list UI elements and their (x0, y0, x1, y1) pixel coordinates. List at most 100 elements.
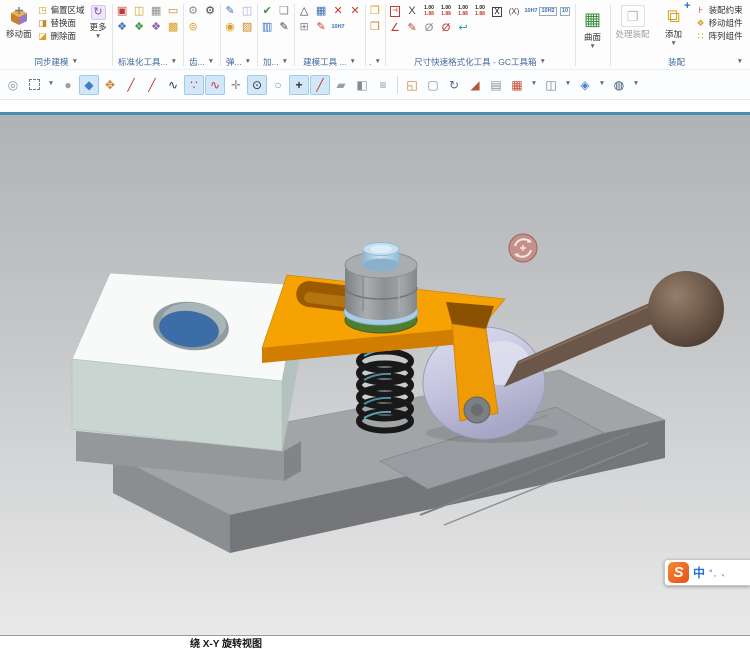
export-view-icon[interactable]: ▤ (486, 75, 506, 95)
pattern-component-button[interactable]: ∷ 阵列组件 (695, 30, 743, 42)
mail-tool-icon[interactable]: ▭ (166, 4, 181, 19)
gear-edit-tool-icon[interactable]: ⚙ (203, 4, 218, 19)
ball-knob[interactable] (648, 271, 724, 347)
ime-symbol-icon[interactable]: 、 (721, 566, 731, 579)
triangle-tool-icon[interactable]: △ (297, 4, 312, 19)
snap-endpoint-icon[interactable]: ╱ (121, 75, 141, 95)
section-dropdown-caret[interactable]: ▼ (562, 75, 574, 95)
snap-quadrant-icon[interactable]: ✛ (226, 75, 246, 95)
puzzle-tool-icon[interactable]: ❑ (277, 4, 292, 19)
snap-point-on-curve-icon[interactable]: ∵ (184, 75, 204, 95)
dim-x-icon[interactable]: X (405, 4, 420, 19)
snap-layers-icon[interactable]: ≡ (373, 75, 393, 95)
snap-arc-center-icon[interactable]: ⊙ (247, 75, 267, 95)
move-face-button[interactable]: 移动面 (3, 4, 35, 41)
snap-midpoint-icon[interactable]: ╱ (142, 75, 162, 95)
section-icon[interactable]: ◫ (541, 75, 561, 95)
dim-diameter-slash-icon[interactable]: Ø (439, 21, 454, 36)
snap-circle-icon[interactable]: ○ (268, 75, 288, 95)
plant-green-tool-icon[interactable]: ❖ (132, 20, 147, 35)
weld-pen-tool-icon[interactable]: ✎ (314, 20, 329, 35)
dim-boxed-x-icon[interactable]: X (490, 4, 505, 19)
cabinet-tool-icon[interactable]: ▦ (149, 4, 164, 19)
zoom-window-icon[interactable]: ◱ (402, 75, 422, 95)
group-footer-machining[interactable]: 加... ▼ (258, 55, 294, 69)
dim-undo-icon[interactable]: ↩ (456, 21, 471, 36)
form-tool-icon[interactable]: ⊞ (297, 20, 312, 35)
group-footer-modeling[interactable]: 建模工具 ... ▼ (295, 55, 365, 69)
marquee-dropdown-caret[interactable]: ▼ (45, 75, 57, 95)
dim-style-icon[interactable]: ⊣ (388, 4, 403, 19)
delete-face-button[interactable]: ◪ 删除面 (37, 30, 85, 42)
hex-nut-stack[interactable] (344, 243, 418, 334)
card-tool-icon[interactable]: ◫ (240, 4, 255, 19)
ime-toolbar[interactable]: S 中 °, 、 (664, 559, 750, 586)
graphics-viewport[interactable]: S 中 °, 、 (0, 115, 750, 635)
dim-10-icon[interactable]: 10 (558, 4, 573, 19)
group-footer-assembly[interactable]: 装配 ▼ (611, 55, 749, 69)
erase-icon[interactable]: ◢ (465, 75, 485, 95)
plant-blue-tool-icon[interactable]: ❖ (115, 20, 130, 35)
surface-button[interactable]: ▦ 曲面 ▼ (578, 7, 608, 52)
delete-red-tool-icon[interactable]: ✕ (331, 4, 346, 19)
snap-intersection-icon[interactable]: + (289, 75, 309, 95)
group-footer-sync[interactable]: 同步建模 ▼ (1, 55, 112, 69)
check-green-tool-icon[interactable]: ✔ (260, 4, 275, 19)
marquee-select-icon[interactable] (24, 75, 44, 95)
delete-red2-tool-icon[interactable]: ✕ (348, 4, 363, 19)
ring-gold-tool-icon[interactable]: ◉ (223, 20, 238, 35)
offset-region-button[interactable]: ◳ 偏置区域 (37, 4, 85, 16)
sogou-logo-icon[interactable]: S (668, 562, 689, 583)
lock-tool-icon[interactable]: ▩ (166, 20, 181, 35)
spring[interactable] (359, 350, 411, 431)
fit-badge-tool-icon[interactable]: 10H7 (331, 20, 346, 35)
ime-punctuation-icon[interactable]: °, (709, 568, 717, 578)
dim-tolerance-icon[interactable]: 1.001.88 (422, 6, 437, 18)
dim-pen-icon[interactable]: ✎ (405, 21, 420, 36)
snap-sphere-icon[interactable]: ● (58, 75, 78, 95)
move-component-button[interactable]: ❖ 移动组件 (695, 17, 743, 29)
capture-window-icon[interactable]: ▢ (423, 75, 443, 95)
selection-filter-icon[interactable]: ◎ (3, 75, 23, 95)
plant-purple-tool-icon[interactable]: ❖ (149, 20, 164, 35)
snap-spline-icon[interactable]: ∿ (205, 75, 225, 95)
group-footer-dim[interactable]: 尺寸快速格式化工具 - GC工具箱 ▼ (386, 55, 575, 69)
photo-tool-icon[interactable]: ▥ (260, 20, 275, 35)
group-footer-misc[interactable]: . ▼ (366, 55, 385, 69)
pen-blue-tool-icon[interactable]: ✎ (223, 4, 238, 19)
snap-move-handles-icon[interactable]: ✥ (100, 75, 120, 95)
dim-tolerance2-icon[interactable]: 1.001.88 (439, 6, 454, 18)
group-footer-standard[interactable]: 标准化工具... ▼ (113, 55, 183, 69)
stamp-tool-icon[interactable]: ▨ (240, 20, 255, 35)
view-dropdown-caret[interactable]: ▼ (596, 75, 608, 95)
replace-face-button[interactable]: ◨ 替换面 (37, 17, 85, 29)
add-component-button[interactable]: ⧉+ 添加 ▼ (659, 4, 689, 49)
dim-tolerance4-icon[interactable]: 1.001.88 (473, 6, 488, 18)
grid-icon[interactable]: ▦ (507, 75, 527, 95)
dim-angle-icon[interactable]: ∠ (388, 21, 403, 36)
dim-paren-x-icon[interactable]: (X) (507, 4, 522, 19)
render-style-icon[interactable]: ◍ (609, 75, 629, 95)
dim-diameter-icon[interactable]: Ø (422, 21, 437, 36)
snap-body-icon[interactable]: ◧ (352, 75, 372, 95)
snap-face-icon[interactable]: ▰ (331, 75, 351, 95)
drum-tool-icon[interactable]: ◫ (132, 4, 147, 19)
group-footer-gear[interactable]: 齿... ▼ (184, 55, 220, 69)
dim-h2-icon[interactable]: 10H2 (541, 4, 556, 19)
assembly-constraints-button[interactable]: ⊦ 装配约束 (695, 4, 743, 16)
dim-tolerance3-icon[interactable]: 1.001.88 (456, 6, 471, 18)
ime-language-mode[interactable]: 中 (693, 564, 705, 581)
grid-dropdown-caret[interactable]: ▼ (528, 75, 540, 95)
sketch-pen-tool-icon[interactable]: ✎ (277, 20, 292, 35)
snap-cube-icon[interactable]: ◆ (79, 75, 99, 95)
gold-box2-tool-icon[interactable]: ❒ (368, 20, 383, 35)
gold-box-tool-icon[interactable]: ❒ (368, 4, 383, 19)
view-orientation-icon[interactable]: ◈ (575, 75, 595, 95)
group-footer-spring[interactable]: 弹... ▼ (221, 55, 257, 69)
table-tool-icon[interactable]: ▦ (314, 4, 329, 19)
frame-tool-icon[interactable]: ▣ (115, 4, 130, 19)
dim-h7-icon[interactable]: 10H7 (524, 4, 539, 19)
gear-tool-icon[interactable]: ⚙ (186, 4, 201, 19)
more-button[interactable]: ↻ 更多 ▼ (87, 4, 110, 42)
snap-angled-line-icon[interactable]: ╱ (310, 75, 330, 95)
